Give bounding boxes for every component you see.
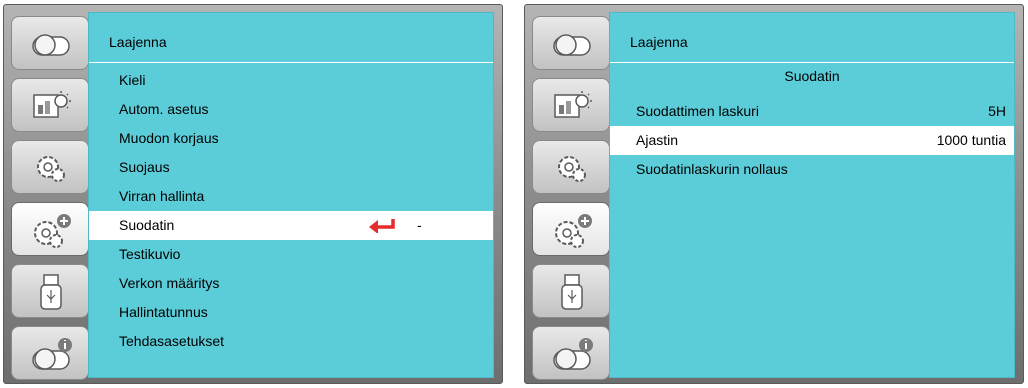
menu-item-timer[interactable]: Ajastin 1000 tuntia <box>610 126 1014 155</box>
sidebar <box>532 12 610 380</box>
tab-image[interactable] <box>11 16 89 70</box>
menu-item-label: Virran hallinta <box>119 188 205 204</box>
tab-advanced[interactable] <box>532 202 610 256</box>
display-brightness-icon <box>554 91 592 118</box>
display-brightness-icon <box>33 91 71 118</box>
menu-item-label: Ajastin <box>636 132 679 148</box>
advanced-settings-gear-plus-icon <box>555 214 592 248</box>
menu-item-virran-hallinta[interactable]: Virran hallinta <box>89 182 493 211</box>
menu-header: Laajenna <box>610 13 1014 63</box>
menu-item-value: 5H <box>988 103 1006 119</box>
menu-item-label: Suodattimen laskuri <box>636 103 759 119</box>
tab-settings[interactable] <box>11 140 89 194</box>
menu-item-label: Muodon korjaus <box>119 130 219 146</box>
tab-usb[interactable] <box>11 264 89 318</box>
tab-usb[interactable] <box>532 264 610 318</box>
menu-item-muodon-korjaus[interactable]: Muodon korjaus <box>89 124 493 153</box>
menu-item-label: Tehdasasetukset <box>119 333 225 349</box>
osd-panel-right: Laajenna Suodatin Suodattimen laskuri 5H… <box>524 4 1024 384</box>
advanced-settings-gear-plus-icon <box>34 214 71 248</box>
menu-item-label: Verkon määritys <box>119 275 220 291</box>
menu-item-label: Autom. asetus <box>119 101 209 117</box>
tab-image[interactable] <box>532 16 610 70</box>
menu-item-suojaus[interactable]: Suojaus <box>89 153 493 182</box>
menu-item-value: - <box>417 217 422 233</box>
menu-item-value: 1000 tuntia <box>936 132 1006 148</box>
menu-item-autom-asetus[interactable]: Autom. asetus <box>89 95 493 124</box>
tab-display[interactable] <box>532 78 610 132</box>
menu-item-label: Kieli <box>119 72 146 88</box>
info-projector-icon <box>32 338 72 370</box>
projector-icon <box>553 34 591 56</box>
menu-item-label: Suodatinlaskurin nollaus <box>636 161 788 177</box>
usb-drive-icon <box>40 274 62 310</box>
menu-header-title: Laajenna <box>109 34 167 50</box>
enter-arrow-icon <box>369 219 395 233</box>
menu-item-label: Testikuvio <box>119 246 181 262</box>
menu-item-kieli[interactable]: Kieli <box>89 66 493 95</box>
submenu-title: Suodatin <box>784 68 840 84</box>
sidebar <box>11 12 89 380</box>
menu-item-label: Suodatin <box>119 217 175 233</box>
menu-item-hallintatunnus[interactable]: Hallintatunnus <box>89 298 493 327</box>
projector-icon <box>32 34 70 56</box>
tab-advanced[interactable] <box>11 202 89 256</box>
settings-gear-icon <box>37 156 65 182</box>
menu-content: Laajenna Suodatin Suodattimen laskuri 5H… <box>609 12 1015 378</box>
menu-item-label: Suojaus <box>119 159 170 175</box>
osd-panel-left: Laajenna Kieli Autom. asetus Muodon korj… <box>3 4 503 384</box>
tab-display[interactable] <box>11 78 89 132</box>
menu-item-testikuvio[interactable]: Testikuvio <box>89 240 493 269</box>
settings-gear-icon <box>558 156 586 182</box>
usb-drive-icon <box>561 274 583 310</box>
info-projector-icon <box>553 338 593 370</box>
menu-item-filter-reset[interactable]: Suodatinlaskurin nollaus <box>610 155 1014 184</box>
menu-header: Laajenna <box>89 13 493 63</box>
menu-content: Laajenna Kieli Autom. asetus Muodon korj… <box>88 12 494 378</box>
menu-item-label: Hallintatunnus <box>119 304 208 320</box>
tab-info[interactable] <box>11 326 89 380</box>
menu-item-suodatin[interactable]: Suodatin - <box>89 211 493 240</box>
menu-item-verkon-maaritys[interactable]: Verkon määritys <box>89 269 493 298</box>
tab-info[interactable] <box>532 326 610 380</box>
menu-item-tehdasasetukset[interactable]: Tehdasasetukset <box>89 327 493 356</box>
menu-header-title: Laajenna <box>630 34 688 50</box>
menu-item-filter-counter[interactable]: Suodattimen laskuri 5H <box>610 97 1014 126</box>
tab-settings[interactable] <box>532 140 610 194</box>
